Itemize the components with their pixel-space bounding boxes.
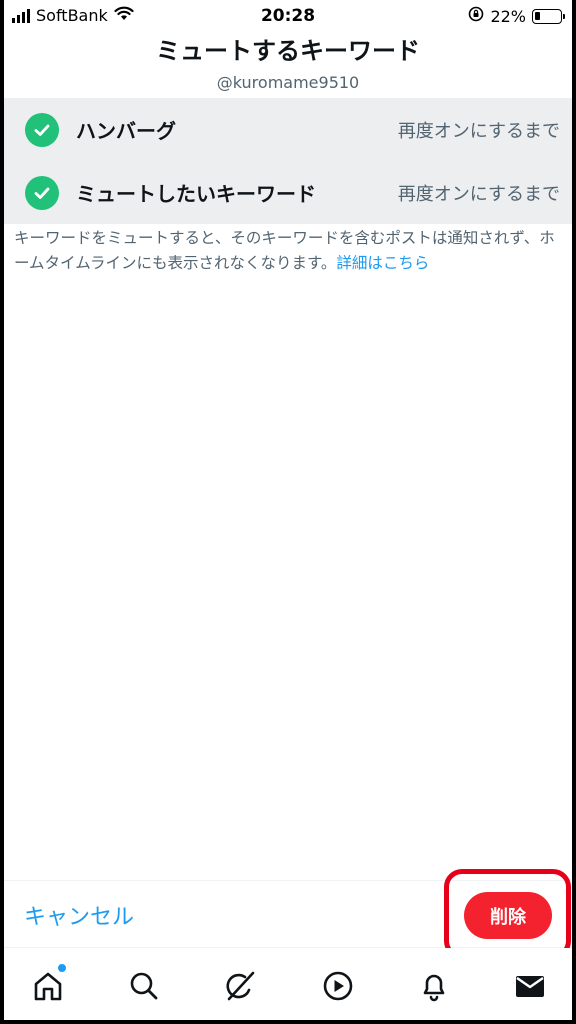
video-icon[interactable] [318,966,358,1006]
battery-percent: 22% [490,6,526,26]
muted-keyword-row[interactable]: ハンバーグ 再度オンにするまで [4,98,572,161]
mute-duration-label: 再度オンにするまで [397,120,560,142]
muted-keyword-row[interactable]: ミュートしたいキーワード 再度オンにするまで [4,161,572,224]
muted-keyword-label: ミュートしたいキーワード [76,182,316,206]
action-bar: キャンセル 削除 [4,880,572,948]
delete-button[interactable]: 削除 [464,892,552,939]
orientation-lock-icon [468,6,484,26]
mute-info-note: キーワードをミュートすると、そのキーワードを含むポストは通知されず、ホームタイム… [14,226,564,276]
grok-icon[interactable] [220,966,260,1006]
status-bar: SoftBank 20:28 22% [4,0,572,32]
muted-keyword-label: ハンバーグ [76,119,176,143]
check-icon[interactable] [25,112,59,147]
messages-icon[interactable] [510,966,550,1006]
status-right: 22% [468,6,565,26]
page-title: ミュートするキーワード [156,37,420,65]
search-icon[interactable] [124,966,164,1006]
bottom-tab-bar [4,948,572,1020]
app-screen: SoftBank 20:28 22% ミュートするキーワード @kuromame… [4,0,572,1020]
cancel-button[interactable]: キャンセル [24,899,134,931]
muted-keyword-list: ハンバーグ 再度オンにするまで ミュートしたいキーワード 再度オンにするまで [4,98,572,224]
battery-icon [532,8,565,24]
page-header: ミュートするキーワード @kuromame9510 [4,34,572,94]
account-handle: @kuromame9510 [216,73,360,92]
mute-duration-label: 再度オンにするまで [397,183,560,205]
check-icon[interactable] [25,175,59,210]
notifications-icon[interactable] [414,966,454,1006]
notification-dot [57,963,67,973]
mute-info-text: キーワードをミュートすると、そのキーワードを含むポストは通知されず、ホームタイム… [14,229,555,272]
learn-more-link[interactable]: 詳細はこちら [336,254,429,272]
